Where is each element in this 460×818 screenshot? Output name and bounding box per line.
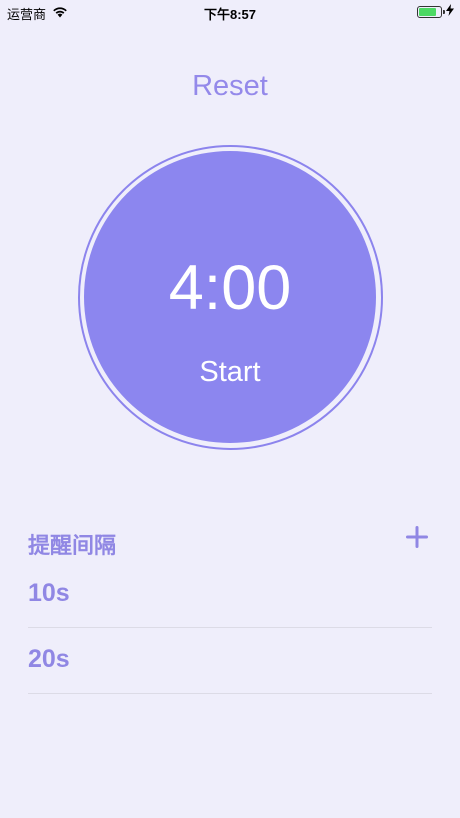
status-bar: 运营商 下午8:57 (0, 0, 460, 24)
battery-fill (419, 7, 436, 16)
interval-label: 20s (28, 645, 70, 673)
status-right (417, 4, 454, 19)
plus-icon (406, 526, 428, 548)
reset-button[interactable]: Reset (0, 70, 460, 103)
start-label: Start (199, 356, 261, 388)
timer-display: 4:00 (168, 253, 292, 323)
interval-header: 提醒间隔 (28, 524, 432, 558)
interval-list: 10s 20s (28, 562, 432, 694)
list-item[interactable]: 10s (28, 562, 432, 628)
timer-start-button[interactable]: 4:00 Start (84, 151, 376, 443)
charging-bolt-icon (446, 4, 454, 19)
battery-tip (443, 9, 445, 14)
interval-title: 提醒间隔 (28, 533, 117, 558)
battery-icon (417, 5, 445, 18)
interval-label: 10s (28, 579, 70, 607)
status-time: 下午8:57 (203, 7, 257, 22)
list-item[interactable]: 20s (28, 628, 432, 694)
add-interval-button[interactable] (402, 522, 432, 552)
